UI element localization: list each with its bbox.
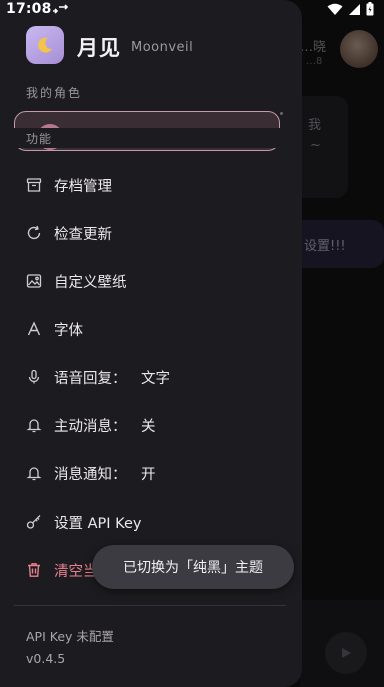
status-bar: 17:08 — [0, 0, 384, 20]
scroll-indicator — [280, 112, 283, 115]
voice-reply-value: 文字 — [141, 371, 170, 387]
app-name: 月见 — [77, 36, 121, 60]
menu-item-label: 主动消息： — [54, 419, 127, 435]
theme-switched-toast: 已切换为「纯黑」主题 — [92, 545, 294, 589]
menu-item-label: 检查更新 — [54, 227, 112, 243]
cast-icon — [53, 4, 68, 14]
moon-icon — [38, 37, 52, 53]
message-notification-value: 开 — [141, 467, 156, 483]
bell-icon — [25, 416, 43, 434]
archive-icon — [25, 176, 43, 194]
api-key-status: API Key 未配置 — [26, 629, 114, 644]
status-icons — [327, 2, 374, 16]
image-icon — [25, 272, 43, 290]
menu-item-label: 设置 API Key — [54, 516, 142, 532]
menu-item-archive-management[interactable]: 存档管理 — [14, 165, 286, 205]
section-title-functions: 功能 — [26, 132, 53, 146]
menu-item-label: 字体 — [54, 323, 83, 339]
menu-item-set-api-key[interactable]: 设置 API Key — [14, 502, 286, 542]
font-icon — [25, 320, 43, 338]
menu-item-label: 存档管理 — [54, 179, 112, 195]
battery-icon — [366, 2, 374, 16]
proactive-message-value: 关 — [141, 419, 156, 435]
key-icon — [25, 513, 43, 531]
refresh-icon — [25, 224, 43, 242]
drawer-divider — [14, 605, 286, 606]
bell-icon — [25, 464, 43, 482]
trash-icon — [25, 561, 43, 579]
menu-item-voice-reply[interactable]: 语音回复： 文字 — [14, 357, 286, 397]
menu-item-message-notification[interactable]: 消息通知： 开 — [14, 453, 286, 493]
menu-item-label: 清空当 — [54, 564, 98, 580]
menu-item-label: 语音回复： — [54, 371, 127, 387]
wifi-icon — [327, 3, 343, 15]
app-logo — [26, 26, 64, 64]
status-time: 17:08 — [6, 1, 52, 17]
toast-text: 已切换为「纯黑」主题 — [123, 560, 263, 576]
mic-icon — [25, 368, 43, 386]
menu-item-label: 自定义壁纸 — [54, 275, 127, 291]
app-subtitle: Moonveil — [131, 40, 194, 55]
menu-item-label: 消息通知： — [54, 467, 127, 483]
section-header-functions: 功能 — [0, 128, 302, 148]
menu-item-proactive-message[interactable]: 主动消息： 关 — [14, 405, 286, 445]
menu-item-font[interactable]: 字体 — [14, 309, 286, 349]
menu-item-check-update[interactable]: 检查更新 — [14, 213, 286, 253]
menu-item-custom-wallpaper[interactable]: 自定义壁纸 — [14, 261, 286, 301]
section-title-my-roles: 我的角色 — [26, 86, 83, 100]
app-version: v0.4.5 — [26, 651, 66, 666]
signal-icon — [349, 3, 360, 15]
